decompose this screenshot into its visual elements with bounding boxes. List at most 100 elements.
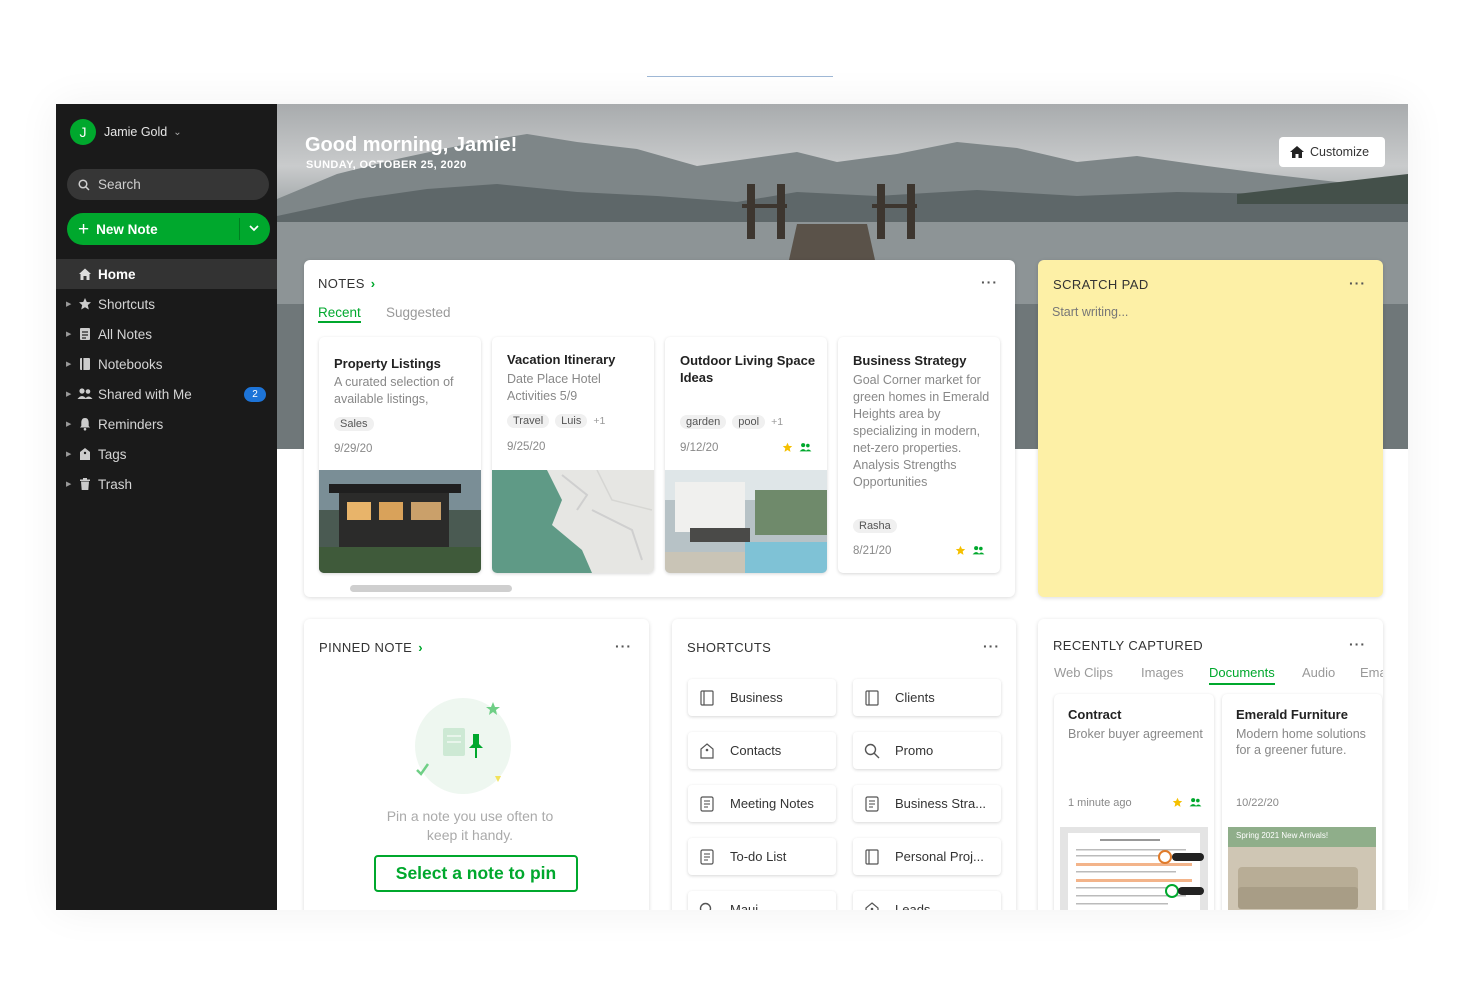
shortcut-item[interactable]: Contacts — [688, 732, 836, 769]
expand-arrow-icon[interactable]: ▶ — [66, 390, 71, 398]
shortcut-item[interactable]: Business Stra... — [853, 785, 1001, 822]
tab-recent[interactable]: Recent — [318, 305, 361, 323]
tab-web-clips[interactable]: Web Clips — [1054, 665, 1113, 680]
expand-arrow-icon[interactable]: ▶ — [66, 360, 71, 368]
sidebar-item-trash[interactable]: ▶ Trash — [56, 469, 277, 499]
note-tags: Sales — [334, 417, 374, 431]
expand-arrow-icon[interactable]: ▶ — [66, 450, 71, 458]
sidebar-item-shortcuts[interactable]: ▶ Shortcuts — [56, 289, 277, 319]
more-options-icon[interactable]: ··· — [983, 638, 1000, 654]
sidebar-item-notebooks[interactable]: ▶ Notebooks — [56, 349, 277, 379]
home-icon — [1290, 146, 1304, 158]
captured-item-card[interactable]: Emerald Furniture Modern home solutions … — [1222, 694, 1382, 910]
tag-chip[interactable]: Rasha — [853, 519, 897, 533]
tab-emails[interactable]: Emai — [1360, 665, 1383, 680]
shortcuts-title: SHORTCUTS — [687, 640, 772, 655]
note-card[interactable]: Vacation Itinerary Date Place Hotel Acti… — [492, 337, 654, 573]
sidebar-item-label: Tags — [98, 446, 127, 462]
star-icon — [955, 545, 966, 555]
sidebar: J Jamie Gold ⌄ Search + New Note Home ▶ … — [56, 104, 277, 910]
note-card[interactable]: Property Listings A curated selection of… — [319, 337, 481, 573]
shortcut-label: Promo — [895, 743, 934, 758]
expand-arrow-icon[interactable]: ▶ — [66, 480, 71, 488]
scratch-pad-input[interactable]: Start writing... — [1052, 305, 1128, 319]
sidebar-item-tags[interactable]: ▶ Tags — [56, 439, 277, 469]
notebook-icon — [700, 689, 714, 706]
horizontal-scrollbar[interactable] — [350, 585, 512, 592]
shortcut-label: Meeting Notes — [730, 796, 814, 811]
account-name: Jamie Gold — [104, 125, 168, 139]
tag-chip[interactable]: Travel — [507, 414, 550, 428]
search-input[interactable]: Search — [67, 169, 269, 200]
sidebar-item-label: Shared with Me — [98, 386, 192, 402]
note-card[interactable]: Outdoor Living Space Ideas garden pool +… — [665, 337, 827, 573]
chevron-down-icon: ⌄ — [173, 126, 182, 138]
tab-documents[interactable]: Documents — [1209, 665, 1275, 685]
new-note-button[interactable]: + New Note — [67, 213, 270, 245]
shared-icon — [1189, 798, 1202, 807]
select-note-to-pin-button[interactable]: Select a note to pin — [374, 855, 578, 892]
note-card[interactable]: Business Strategy Goal Corner market for… — [838, 337, 1000, 573]
bell-icon — [77, 416, 93, 432]
sidebar-item-shared-with-me[interactable]: ▶ Shared with Me 2 — [56, 379, 277, 409]
sidebar-item-label: Trash — [98, 476, 133, 492]
tab-images[interactable]: Images — [1141, 665, 1184, 680]
pinned-note-widget: PINNED NOTE › ··· Pin a note you use ofte… — [304, 619, 649, 910]
patio-thumbnail-image — [665, 470, 827, 573]
notes-widget-title[interactable]: NOTES › — [318, 276, 376, 291]
shortcut-item[interactable]: Clients — [853, 679, 1001, 716]
avatar: J — [70, 119, 96, 145]
more-options-icon[interactable]: ··· — [981, 274, 998, 290]
captured-item-snippet: Broker buyer agreement — [1068, 727, 1203, 741]
sidebar-nav: Home ▶ Shortcuts ▶ All Notes ▶ Notebooks… — [56, 259, 277, 499]
shortcut-item[interactable]: Leads — [853, 891, 1001, 910]
more-options-icon[interactable]: ··· — [1349, 275, 1366, 291]
note-tags: Rasha — [853, 519, 897, 533]
sidebar-item-all-notes[interactable]: ▶ All Notes — [56, 319, 277, 349]
shortcut-label: Contacts — [730, 743, 782, 758]
star-icon — [77, 296, 93, 312]
shared-icon — [799, 443, 812, 452]
shortcut-item[interactable]: Maui — [688, 891, 836, 910]
chevron-down-icon[interactable] — [247, 221, 261, 235]
pin-illustration-icon — [415, 698, 511, 794]
more-tags-count: +1 — [771, 416, 784, 428]
scratch-pad-widget[interactable]: SCRATCH PAD ··· Start writing... — [1038, 260, 1383, 597]
note-snippet: Date Place Hotel Activities 5/9 — [507, 372, 601, 403]
more-options-icon[interactable]: ··· — [1349, 636, 1366, 652]
expand-arrow-icon[interactable]: ▶ — [66, 420, 71, 428]
captured-item-title: Contract — [1068, 707, 1122, 722]
shortcut-item[interactable]: Business — [688, 679, 836, 716]
expand-arrow-icon[interactable]: ▶ — [66, 300, 71, 308]
tag-chip[interactable]: pool — [732, 415, 766, 429]
star-icon — [1172, 797, 1183, 807]
captured-item-date: 10/22/20 — [1236, 797, 1279, 809]
sidebar-item-home[interactable]: Home — [56, 259, 277, 289]
tag-chip[interactable]: Luis — [555, 414, 588, 428]
shared-icon — [972, 546, 985, 555]
shortcut-item[interactable]: Meeting Notes — [688, 785, 836, 822]
search-placeholder: Search — [98, 177, 141, 192]
more-tags-count: +1 — [593, 415, 606, 427]
recently-captured-widget: RECENTLY CAPTURED ··· Web Clips Images D… — [1038, 619, 1383, 910]
search-icon — [699, 902, 712, 910]
tab-suggested[interactable]: Suggested — [386, 305, 451, 320]
customize-button[interactable]: Customize — [1279, 137, 1385, 167]
shared-icon — [77, 386, 93, 402]
more-options-icon[interactable]: ··· — [615, 638, 632, 654]
account-switcher[interactable]: J Jamie Gold ⌄ — [70, 118, 182, 146]
sidebar-item-reminders[interactable]: ▶ Reminders — [56, 409, 277, 439]
sidebar-item-label: Shortcuts — [98, 296, 156, 312]
shortcut-item[interactable]: Promo — [853, 732, 1001, 769]
expand-arrow-icon[interactable]: ▶ — [66, 330, 71, 338]
tab-audio[interactable]: Audio — [1302, 665, 1335, 680]
pinned-note-title[interactable]: PINNED NOTE › — [319, 640, 423, 655]
notebook-icon — [865, 689, 879, 706]
shortcut-item[interactable]: To-do List — [688, 838, 836, 875]
shortcut-label: Personal Proj... — [895, 849, 984, 864]
note-date: 9/12/20 — [680, 442, 719, 454]
tag-chip[interactable]: garden — [680, 415, 727, 429]
shortcut-item[interactable]: Personal Proj... — [853, 838, 1001, 875]
tag-chip[interactable]: Sales — [334, 417, 374, 431]
captured-item-card[interactable]: Contract Broker buyer agreement 1 minute… — [1054, 694, 1214, 910]
